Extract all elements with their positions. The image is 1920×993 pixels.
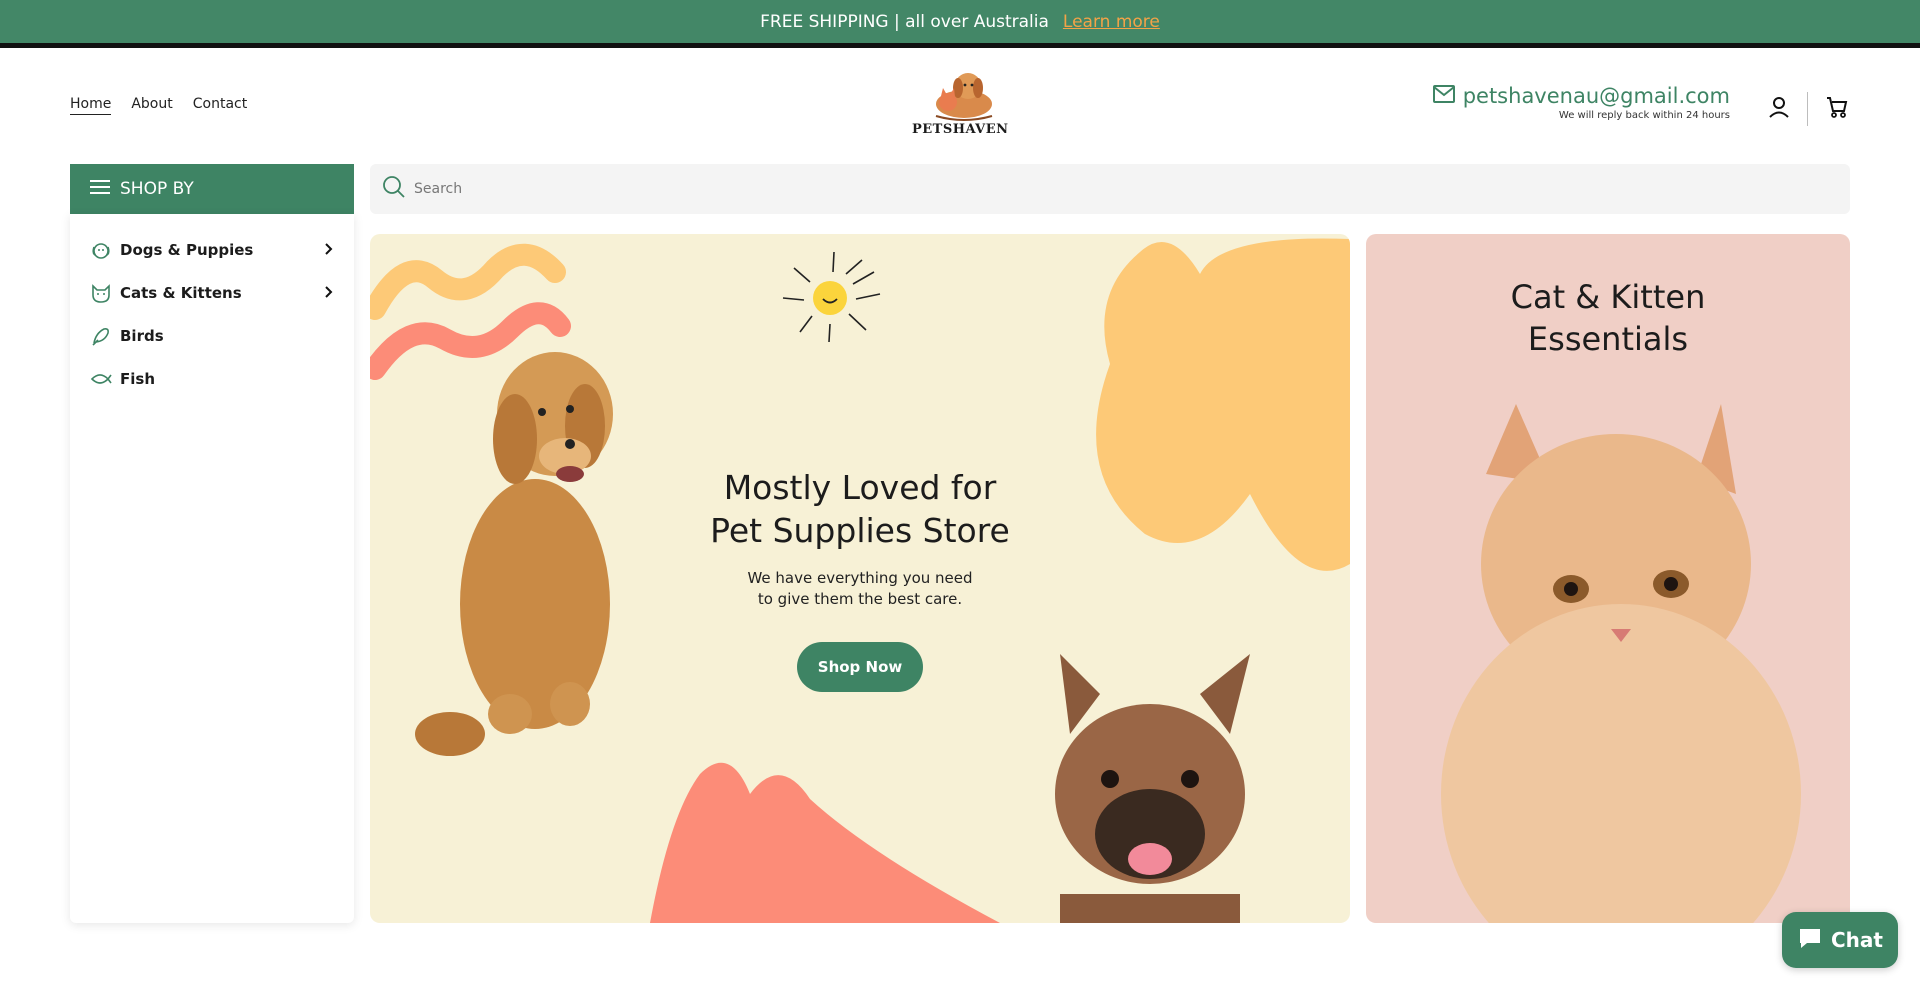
category-item-birds[interactable]: Birds xyxy=(70,314,354,357)
search-icon[interactable] xyxy=(382,175,406,203)
bird-icon xyxy=(90,325,112,347)
mail-icon xyxy=(1432,85,1455,107)
category-item-fish[interactable]: Fish xyxy=(70,357,354,400)
hero-title: Mostly Loved for Pet Supplies Store xyxy=(710,468,1010,550)
category-label: Fish xyxy=(120,369,155,388)
main-nav: Home About Contact xyxy=(70,96,247,115)
announcement-text: FREE SHIPPING | all over Australia xyxy=(760,11,1049,32)
shop-by-button[interactable]: SHOP BY xyxy=(70,164,354,214)
logo-wordmark: PETSHAVEN xyxy=(912,122,1009,137)
category-item-cats[interactable]: Cats & Kittens xyxy=(70,271,354,314)
category-label: Cats & Kittens xyxy=(120,283,242,302)
contact-email-link[interactable]: petshavenau@gmail.com xyxy=(1463,84,1730,108)
account-icon[interactable] xyxy=(1769,96,1789,122)
bulldog-image xyxy=(1055,654,1250,923)
logo[interactable]: PETSHAVEN xyxy=(912,68,1008,144)
search-input[interactable] xyxy=(414,181,1314,197)
hamburger-icon xyxy=(90,179,110,200)
kitten-image xyxy=(1441,404,1801,923)
dog-image xyxy=(415,352,613,756)
chat-label: Chat xyxy=(1831,928,1883,952)
hero-content: Mostly Loved for Pet Supplies Store We h… xyxy=(670,466,1050,692)
chevron-right-icon xyxy=(324,284,334,302)
fish-icon xyxy=(90,368,112,390)
search-bar xyxy=(370,164,1850,214)
chat-bubble-icon xyxy=(1797,926,1823,955)
announcement-bar: FREE SHIPPING | all over Australia Learn… xyxy=(0,0,1920,43)
cat-icon xyxy=(90,282,112,304)
header-actions xyxy=(1769,92,1848,126)
hero-subtitle: We have everything you need to give them… xyxy=(747,569,973,608)
learn-more-link[interactable]: Learn more xyxy=(1063,12,1160,32)
reply-note: We will reply back within 24 hours xyxy=(1558,110,1730,121)
cart-icon[interactable] xyxy=(1826,96,1848,122)
contact-info: petshavenau@gmail.com We will reply back… xyxy=(1432,84,1730,121)
cat-essentials-banner[interactable]: Cat & Kitten Essentials xyxy=(1366,234,1850,923)
category-label: Dogs & Puppies xyxy=(120,240,254,259)
category-list: Dogs & Puppies Cats & Kittens Birds Fish xyxy=(70,214,354,923)
divider xyxy=(0,43,1920,48)
category-label: Birds xyxy=(120,326,164,345)
logo-pets-icon xyxy=(935,73,993,121)
shop-now-button[interactable]: Shop Now xyxy=(797,642,923,692)
nav-about-link[interactable]: About xyxy=(131,96,172,115)
dog-icon xyxy=(90,239,112,261)
chat-button[interactable]: Chat xyxy=(1782,912,1898,968)
chevron-right-icon xyxy=(324,241,334,259)
sun-icon xyxy=(782,251,881,343)
shop-by-label: SHOP BY xyxy=(120,179,194,199)
nav-contact-link[interactable]: Contact xyxy=(193,96,247,115)
hero-banner: Mostly Loved for Pet Supplies Store We h… xyxy=(370,234,1350,923)
category-item-dogs[interactable]: Dogs & Puppies xyxy=(70,228,354,271)
header-divider xyxy=(1807,92,1808,126)
nav-home-link[interactable]: Home xyxy=(70,96,112,115)
